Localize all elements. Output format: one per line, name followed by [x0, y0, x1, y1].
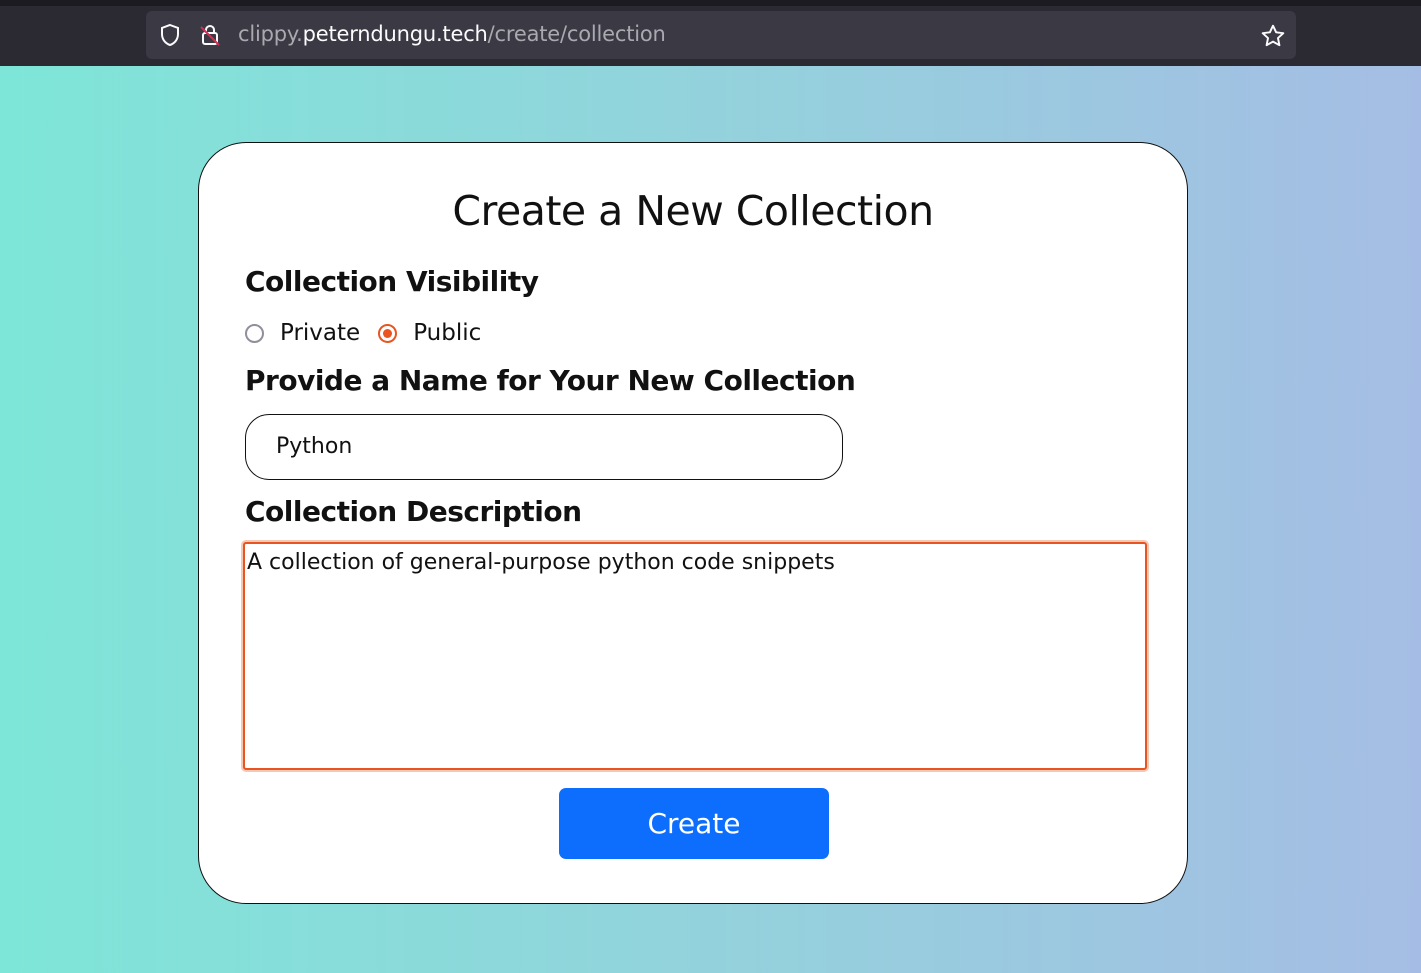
- collection-name-input[interactable]: Python: [245, 414, 843, 480]
- url-prefix: clippy.: [238, 22, 303, 46]
- create-button[interactable]: Create: [559, 788, 829, 859]
- page-background: Create a New Collection Collection Visib…: [0, 66, 1421, 973]
- url-path: /create/collection: [487, 22, 666, 46]
- radio-public-label[interactable]: Public: [413, 320, 481, 346]
- shield-icon[interactable]: [158, 23, 182, 47]
- create-collection-card: Create a New Collection Collection Visib…: [198, 142, 1188, 904]
- address-bar[interactable]: clippy.peterndungu.tech/create/collectio…: [146, 11, 1296, 59]
- browser-toolbar: clippy.peterndungu.tech/create/collectio…: [0, 0, 1421, 66]
- insecure-lock-icon[interactable]: [198, 23, 222, 47]
- description-label: Collection Description: [245, 495, 582, 528]
- url-host: peterndungu.tech: [302, 22, 488, 46]
- radio-private[interactable]: [245, 323, 264, 343]
- radio-public[interactable]: [378, 323, 398, 343]
- radio-private-label[interactable]: Private: [280, 320, 360, 346]
- visibility-radio-group: Private Public: [245, 319, 499, 347]
- collection-description-textarea[interactable]: A collection of general-purpose python c…: [243, 542, 1147, 770]
- visibility-label: Collection Visibility: [245, 265, 539, 298]
- bookmark-star-icon[interactable]: [1260, 23, 1286, 49]
- page-title: Create a New Collection: [452, 187, 934, 235]
- url-text[interactable]: clippy.peterndungu.tech/create/collectio…: [238, 22, 666, 46]
- name-label: Provide a Name for Your New Collection: [245, 364, 856, 397]
